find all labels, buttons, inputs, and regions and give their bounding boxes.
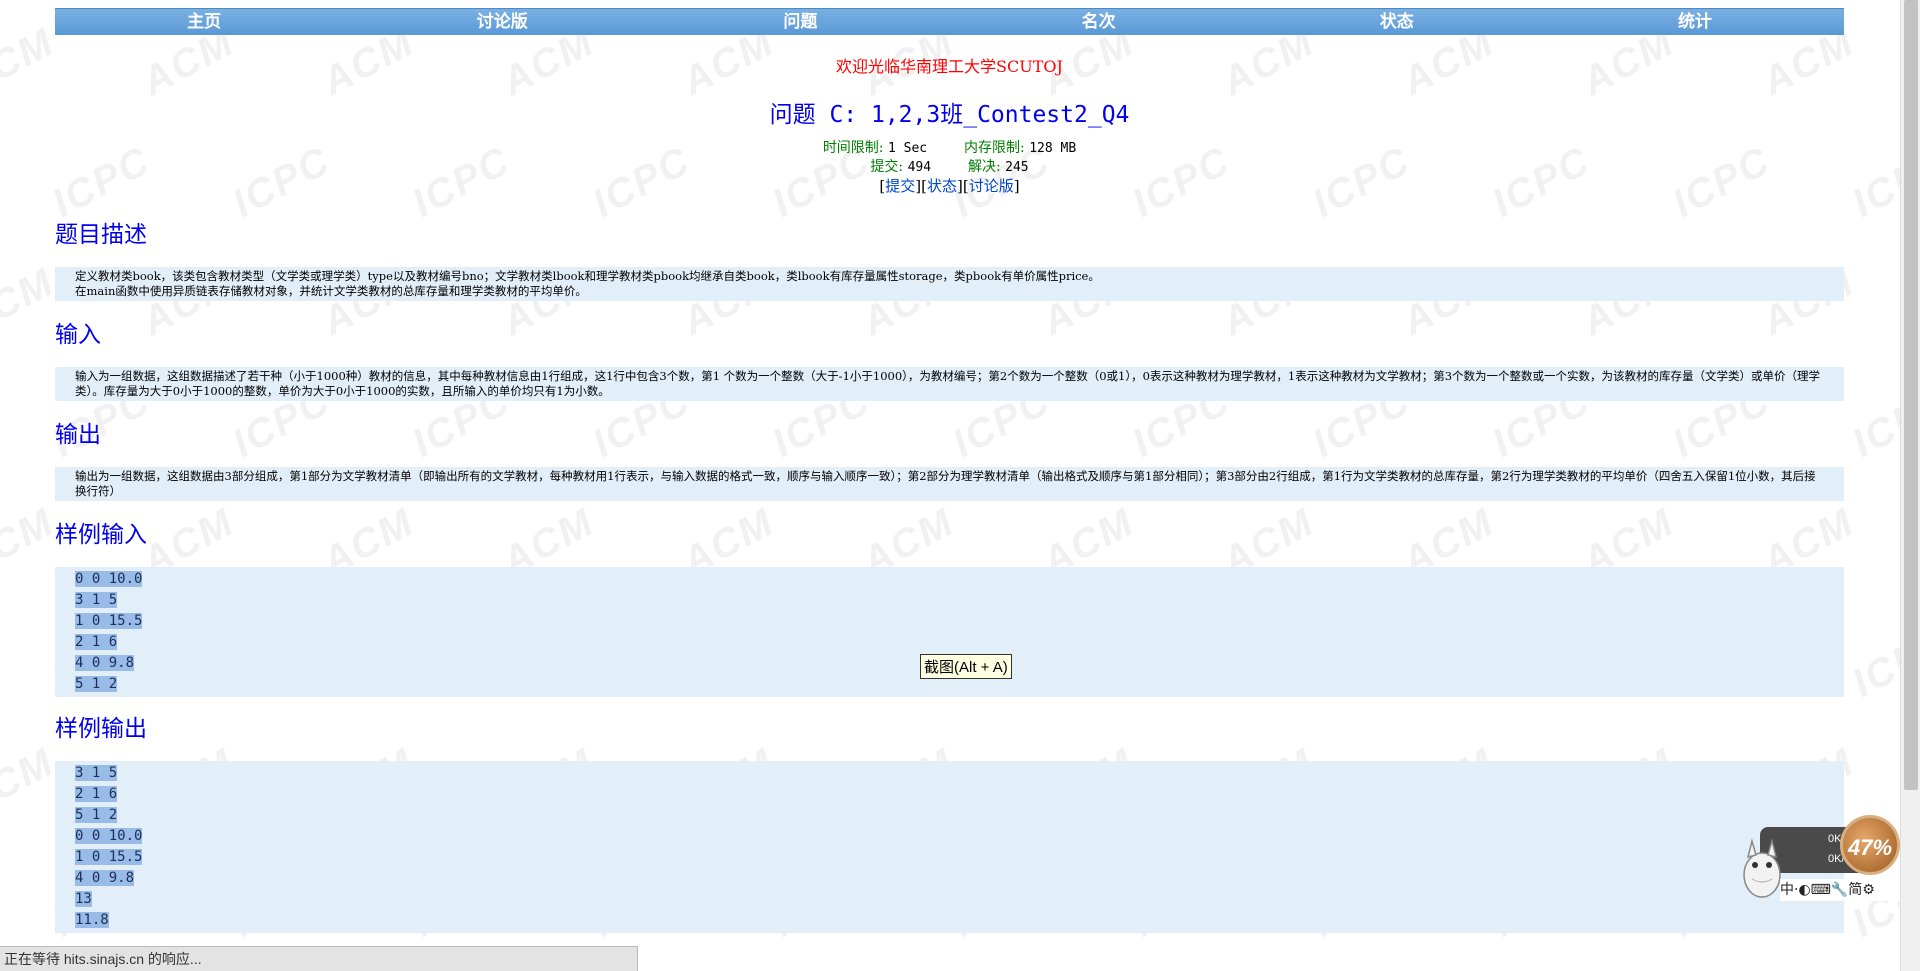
watermark-text: ACM <box>0 259 62 345</box>
problem-links: [提交][状态][讨论版] <box>879 177 1020 195</box>
sample-input-line: 3 1 5 <box>75 592 118 608</box>
sample-input-line: 2 1 6 <box>75 634 118 650</box>
sample-output-line: 5 1 2 <box>75 807 118 823</box>
submit-count-value: 494 <box>907 160 932 175</box>
submit-link[interactable]: 提交 <box>885 177 915 195</box>
nav-ranklist[interactable]: 名次 <box>950 9 1248 35</box>
sample-output-line: 4 0 9.8 <box>75 870 135 886</box>
totoro-mascot-icon <box>1743 838 1781 898</box>
watermark-text: ICPC <box>1845 138 1900 226</box>
nav-problems[interactable]: 问题 <box>651 9 949 35</box>
discuss-link[interactable]: 讨论版 <box>969 177 1014 195</box>
sample-output-line: 2 1 6 <box>75 786 118 802</box>
sample-input-heading: 样例输入 <box>55 522 147 548</box>
vertical-scrollbar[interactable] <box>1900 0 1920 971</box>
time-limit-label: 时间限制: <box>822 140 884 156</box>
description-content: 定义教材类book，该类包含教材类型（文学类或理学类）type以及教材编号bno… <box>55 267 1844 301</box>
nav-status[interactable]: 状态 <box>1248 9 1546 35</box>
input-heading: 输入 <box>55 322 101 348</box>
description-line: 定义教材类book，该类包含教材类型（文学类或理学类）type以及教材编号bno… <box>75 269 1100 283</box>
ime-toolbar[interactable]: 中·◐⌨🔧简⚙ <box>1780 879 1900 901</box>
sample-output-line: 11.8 <box>75 912 109 928</box>
speed-monitor-widget[interactable]: 0K/s 0K/s 47% 中·◐⌨🔧简⚙ <box>1740 815 1900 905</box>
top-navigation: 主页 讨论版 问题 名次 状态 统计 <box>55 8 1844 35</box>
submit-count-label: 提交: <box>870 159 904 175</box>
sample-input-line: 1 0 15.5 <box>75 613 143 629</box>
problem-title: 问题 C: 1,2,3班_Contest2_Q4 <box>769 102 1130 128</box>
memory-percent-circle[interactable]: 47% <box>1840 815 1900 875</box>
nav-statistics[interactable]: 统计 <box>1546 9 1844 35</box>
output-content: 输出为一组数据，这组数据由3部分组成，第1部分为文学教材清单（即输出所有的文学教… <box>55 467 1844 501</box>
nav-discussion[interactable]: 讨论版 <box>353 9 651 35</box>
welcome-message: 欢迎光临华南理工大学SCUTOJ <box>836 57 1063 76</box>
screenshot-tooltip: 截图(Alt + A) <box>920 654 1012 679</box>
description-heading: 题目描述 <box>55 222 147 248</box>
watermark-text: ICPC <box>1845 378 1900 466</box>
sample-output-line: 1 0 15.5 <box>75 849 143 865</box>
sample-output-line: 13 <box>75 891 92 907</box>
output-heading: 输出 <box>55 422 101 448</box>
time-limit-value: 1 Sec <box>887 141 928 156</box>
watermark-text: ACM <box>0 739 62 825</box>
watermark-text: ICPC <box>1845 618 1900 706</box>
sample-output-line: 0 0 10.0 <box>75 828 143 844</box>
sample-input-line: 0 0 10.0 <box>75 571 143 587</box>
nav-home[interactable]: 主页 <box>55 9 353 35</box>
sample-output-line: 3 1 5 <box>75 765 118 781</box>
description-line: 在main函数中使用异质链表存储教材对象，并统计文学类教材的总库存量和理学类教材… <box>75 284 587 298</box>
sample-output-heading: 样例输出 <box>55 716 147 742</box>
input-content: 输入为一组数据，这组数据描述了若干种（小于1000种）教材的信息，其中每种教材信… <box>55 367 1844 401</box>
browser-status-bar: 正在等待 hits.sinajs.cn 的响应... <box>0 946 638 971</box>
solved-count-value: 245 <box>1005 160 1029 175</box>
watermark-text: ACM <box>0 499 62 585</box>
sample-output-box: 3 1 5 2 1 6 5 1 2 0 0 10.0 1 0 15.5 4 0 … <box>55 761 1844 933</box>
solved-count-label: 解决: <box>967 159 1001 175</box>
scrollbar-thumb[interactable] <box>1904 0 1918 790</box>
memory-limit-value: 128 MB <box>1029 141 1077 156</box>
problem-limits: 时间限制: 1 Sec 内存限制: 128 MB 提交: 494 解决: 245 <box>55 139 1844 177</box>
status-link[interactable]: 状态 <box>927 177 957 195</box>
watermark-text: ACM <box>0 19 62 105</box>
memory-limit-label: 内存限制: <box>964 140 1025 156</box>
page-content: 主页 讨论版 问题 名次 状态 统计 欢迎光临华南理工大学SCUTOJ 问题 C… <box>55 8 1844 933</box>
